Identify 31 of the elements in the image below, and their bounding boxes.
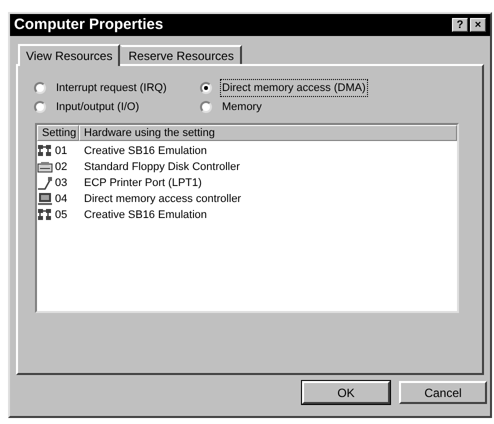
ok-button[interactable]: OK xyxy=(302,381,390,404)
radio-button[interactable] xyxy=(200,82,212,94)
tab[interactable]: Reserve Resources xyxy=(120,45,242,64)
column-header[interactable]: Setting xyxy=(37,125,79,141)
column-header[interactable]: Hardware using the setting xyxy=(79,125,457,141)
computer-icon xyxy=(37,192,53,206)
radio-label: Direct memory access (DMA) xyxy=(220,78,368,98)
network-icon xyxy=(37,208,53,222)
radio-label: Input/output (I/O) xyxy=(55,100,140,115)
radio-button[interactable] xyxy=(34,101,46,113)
table-cell-text: 01 xyxy=(55,144,68,159)
radio-label: Memory xyxy=(221,100,263,115)
help-button[interactable]: ? xyxy=(452,18,468,32)
radio-button[interactable] xyxy=(34,82,46,94)
table-cell-text: 05 xyxy=(55,208,68,223)
table-cell-text: Creative SB16 Emulation xyxy=(83,144,207,159)
radio-label: Interrupt request (IRQ) xyxy=(55,80,168,96)
table-cell-text: Creative SB16 Emulation xyxy=(83,208,207,223)
close-button[interactable]: × xyxy=(470,18,486,32)
window-title: Computer Properties xyxy=(14,14,164,35)
cancel-button[interactable]: Cancel xyxy=(399,381,487,404)
table-cell-text: ECP Printer Port (LPT1) xyxy=(83,176,202,191)
table-cell-text: 04 xyxy=(55,192,68,207)
table-cell-text: Standard Floppy Disk Controller xyxy=(83,160,240,175)
cable-icon xyxy=(37,176,53,190)
table-cell-text: 02 xyxy=(55,160,68,175)
tab[interactable]: View Resources xyxy=(18,44,120,66)
network-icon xyxy=(37,144,53,158)
radio-button[interactable] xyxy=(200,101,212,113)
table-cell-text: 03 xyxy=(55,176,68,191)
table-cell-text: Direct memory access controller xyxy=(83,192,242,207)
